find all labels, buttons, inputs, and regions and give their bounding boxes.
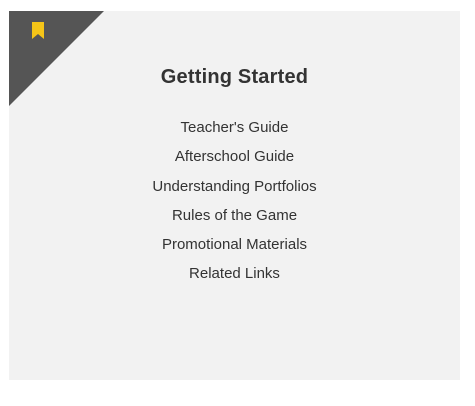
card-title: Getting Started	[160, 66, 309, 88]
list-item: Afterschool Guide	[9, 142, 460, 171]
list-item: Promotional Materials	[9, 230, 460, 259]
link-list: Teacher's Guide Afterschool Guide Unders…	[9, 113, 460, 289]
link-understanding-portfolios[interactable]: Understanding Portfolios	[152, 178, 316, 195]
corner-ribbon-icon	[9, 11, 104, 106]
getting-started-card: Getting Started Teacher's Guide Aftersch…	[9, 11, 460, 380]
list-item: Related Links	[9, 259, 460, 288]
list-item: Understanding Portfolios	[9, 172, 460, 201]
link-teachers-guide[interactable]: Teacher's Guide	[181, 119, 289, 136]
list-item: Rules of the Game	[9, 201, 460, 230]
link-afterschool-guide[interactable]: Afterschool Guide	[175, 148, 294, 165]
link-related-links[interactable]: Related Links	[189, 265, 280, 282]
bookmark-icon	[32, 22, 44, 39]
link-rules-of-the-game[interactable]: Rules of the Game	[172, 207, 297, 224]
list-item: Teacher's Guide	[9, 113, 460, 142]
link-promotional-materials[interactable]: Promotional Materials	[162, 236, 307, 253]
